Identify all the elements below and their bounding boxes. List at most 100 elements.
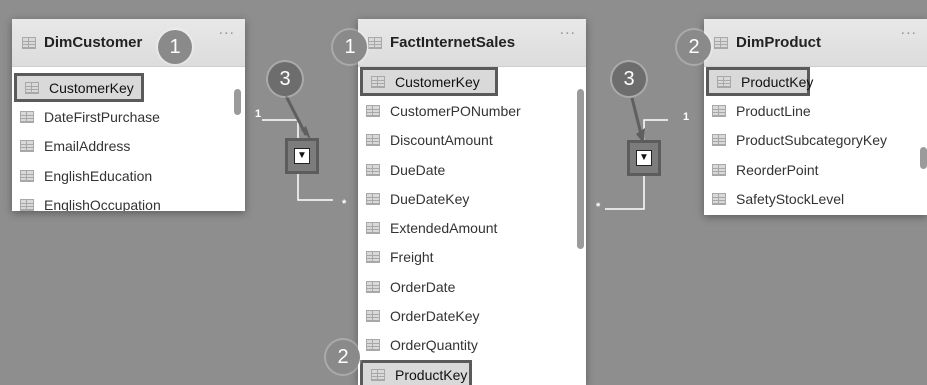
field-label: SafetyStockLevel — [736, 190, 845, 207]
model-view-canvas: DimCustomer ... CustomerKey DateFirstPur… — [0, 0, 927, 385]
filter-arrow-icon: ▼ — [294, 148, 310, 164]
field-row-customerponumber[interactable]: CustomerPONumber — [358, 96, 586, 125]
factinternetsales-title: FactInternetSales — [390, 34, 516, 51]
field-icon — [366, 192, 380, 205]
callout-1-factinternetsales: 1 — [333, 30, 367, 64]
field-label: DateFirstPurchase — [44, 108, 160, 125]
field-row-extendedamount[interactable]: ExtendedAmount — [358, 213, 586, 242]
callout-1-dimcustomer: 1 — [158, 30, 192, 64]
dimproduct-header[interactable]: DimProduct ... — [704, 19, 927, 67]
field-row-orderdate[interactable]: OrderDate — [358, 272, 586, 301]
field-row-customerkey[interactable]: CustomerKey — [360, 67, 498, 97]
field-row-englisheducation[interactable]: EnglishEducation — [12, 161, 245, 190]
callout-2-dimproduct: 2 — [677, 30, 711, 64]
field-label: ProductKey — [395, 366, 468, 383]
field-row-productline[interactable]: ProductLine — [704, 96, 927, 125]
field-icon — [712, 163, 726, 176]
field-icon — [20, 198, 34, 211]
field-icon — [366, 222, 380, 235]
field-icon — [366, 339, 380, 352]
relationship-filter-direction-product[interactable]: ▼ — [627, 140, 661, 176]
factinternetsales-table-card[interactable]: FactInternetSales ... CustomerKey Custom… — [358, 19, 586, 385]
filter-arrow-icon: ▼ — [636, 150, 652, 166]
field-row-productkey[interactable]: ProductKey — [360, 359, 472, 385]
field-label: EnglishOccupation — [44, 196, 161, 211]
field-row-orderdatekey[interactable]: OrderDateKey — [358, 301, 586, 330]
field-icon — [20, 140, 34, 153]
dimproduct-field-list: ProductKey ProductLine ProductSubcategor… — [704, 67, 927, 213]
field-row-freight[interactable]: Freight — [358, 243, 586, 272]
dimproduct-title: DimProduct — [736, 34, 822, 51]
field-row-englishoccupation[interactable]: EnglishOccupation — [12, 190, 245, 211]
field-icon — [25, 81, 39, 94]
field-row-productkey[interactable]: ProductKey — [706, 67, 814, 97]
cardinality-one-customer: 1 — [255, 108, 262, 120]
field-row-duedatekey[interactable]: DueDateKey — [358, 184, 586, 213]
field-icon — [20, 110, 34, 123]
field-label: Freight — [390, 249, 434, 266]
field-icon — [366, 280, 380, 293]
field-label: ProductKey — [741, 73, 814, 90]
dimproduct-table-card[interactable]: DimProduct ... ProductKey ProductLine Pr… — [704, 19, 927, 215]
field-label: CustomerKey — [395, 73, 480, 90]
field-row-orderquantity[interactable]: OrderQuantity — [358, 331, 586, 360]
field-row-reorderpoint[interactable]: ReorderPoint — [704, 155, 927, 184]
table-icon — [714, 36, 728, 49]
field-icon — [712, 104, 726, 117]
field-label: ProductLine — [736, 102, 811, 119]
dimcustomer-header[interactable]: DimCustomer ... — [12, 19, 245, 67]
dimcustomer-title: DimCustomer — [44, 34, 143, 51]
factinternetsales-header[interactable]: FactInternetSales ... — [358, 19, 586, 67]
field-row-productsubcategorykey[interactable]: ProductSubcategoryKey — [704, 126, 927, 155]
dimcustomer-scrollbar[interactable] — [234, 89, 241, 115]
field-label: DueDateKey — [390, 190, 470, 207]
field-icon — [712, 192, 726, 205]
factinternetsales-field-list: CustomerKey CustomerPONumber DiscountAmo… — [358, 67, 586, 385]
dimcustomer-field-list: CustomerKey DateFirstPurchase EmailAddre… — [12, 67, 245, 211]
field-icon — [712, 134, 726, 147]
field-icon — [366, 134, 380, 147]
field-label: CustomerKey — [49, 79, 134, 96]
dimproduct-scrollbar[interactable] — [920, 147, 927, 169]
field-icon — [366, 104, 380, 117]
field-label: CustomerPONumber — [390, 102, 521, 119]
field-row-safetystocklevel[interactable]: SafetyStockLevel — [704, 184, 927, 213]
factinternetsales-scrollbar[interactable] — [577, 89, 584, 249]
callout-3-customer-relationship: 3 — [268, 62, 302, 96]
pointer-arrow-right — [630, 97, 644, 139]
field-label: EmailAddress — [44, 138, 131, 155]
field-row-discountamount[interactable]: DiscountAmount — [358, 126, 586, 155]
relationship-filter-direction-customer[interactable]: ▼ — [285, 138, 319, 174]
field-icon — [366, 310, 380, 323]
table-icon — [22, 36, 36, 49]
dimcustomer-table-card[interactable]: DimCustomer ... CustomerKey DateFirstPur… — [12, 19, 245, 211]
field-label: ProductSubcategoryKey — [736, 132, 887, 149]
field-label: EnglishEducation — [44, 167, 153, 184]
cardinality-one-product: 1 — [683, 111, 690, 123]
field-icon — [371, 75, 385, 88]
field-label: DiscountAmount — [390, 132, 493, 149]
pointer-arrow-left — [284, 95, 308, 136]
cardinality-many-customer: * — [342, 198, 347, 210]
field-label: ReorderPoint — [736, 161, 819, 178]
field-icon — [366, 251, 380, 264]
field-icon — [366, 163, 380, 176]
field-label: DueDate — [390, 161, 446, 178]
field-row-duedate[interactable]: DueDate — [358, 155, 586, 184]
field-row-customerkey[interactable]: CustomerKey — [14, 73, 144, 103]
field-row-datefirstpurchase[interactable]: DateFirstPurchase — [12, 102, 245, 131]
field-label: ExtendedAmount — [390, 220, 498, 237]
cardinality-many-product: * — [596, 201, 601, 213]
dimcustomer-more-options-button[interactable]: ... — [219, 21, 235, 39]
callout-2-productkey: 2 — [326, 340, 360, 374]
field-icon — [20, 169, 34, 182]
field-label: OrderQuantity — [390, 337, 478, 354]
field-row-emailaddress[interactable]: EmailAddress — [12, 132, 245, 161]
field-label: OrderDate — [390, 278, 456, 295]
field-icon — [371, 368, 385, 381]
table-icon — [368, 36, 382, 49]
field-icon — [717, 75, 731, 88]
dimproduct-more-options-button[interactable]: ... — [901, 21, 917, 39]
field-label: OrderDateKey — [390, 308, 480, 325]
factinternetsales-more-options-button[interactable]: ... — [560, 21, 576, 39]
